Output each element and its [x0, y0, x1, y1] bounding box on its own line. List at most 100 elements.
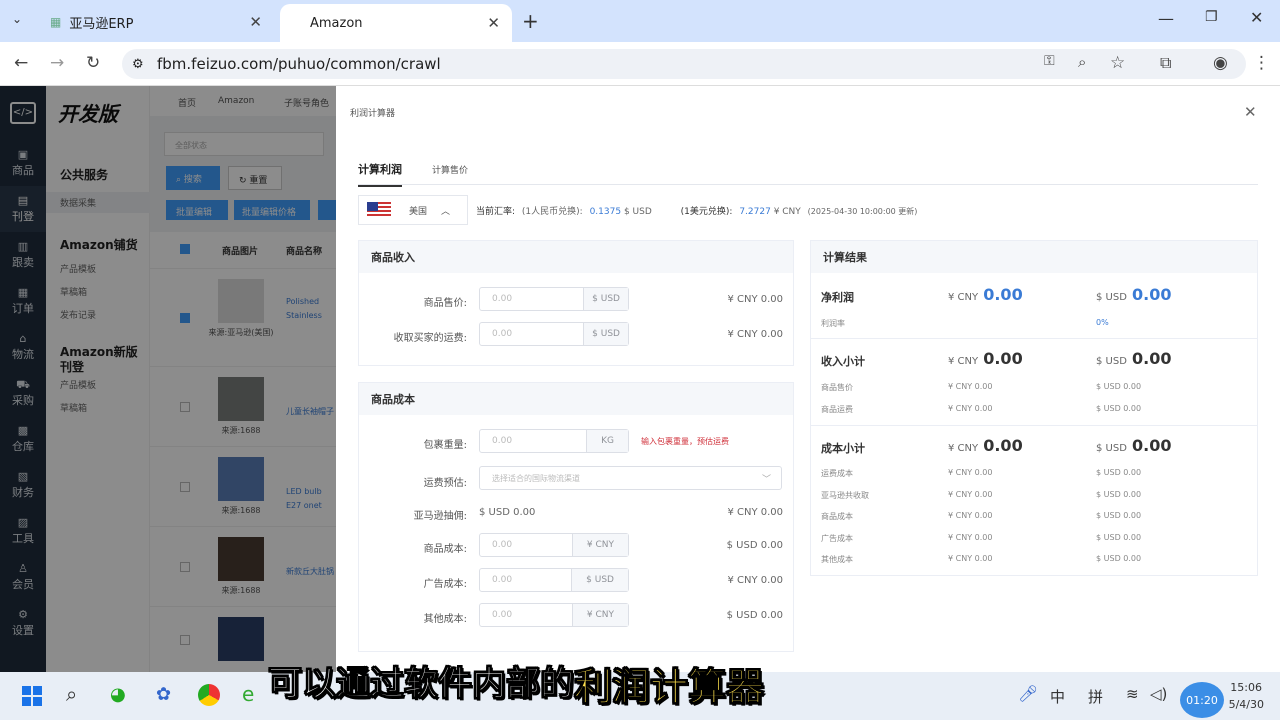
tab-search-icon[interactable]: ⌄	[12, 12, 22, 26]
forward-icon[interactable]: →	[50, 53, 64, 73]
close-window-icon[interactable]: ✕	[1250, 8, 1263, 27]
input-placeholder: 0.00	[492, 294, 513, 304]
income-subtotal-label: 收入小计	[821, 355, 865, 368]
result-item-usd: $ USD 0.00	[1096, 489, 1142, 499]
cloud-app-icon[interactable]: ✿	[156, 684, 171, 705]
cost-section: 商品成本 包裹重量: 0.00 KG 输入包裹重量，预估运费 运费预估: 选择适…	[358, 382, 794, 652]
rate-time: (2025-04-30 10:00:00 更新)	[807, 207, 918, 216]
margin-label: 利润率	[821, 319, 845, 328]
result-item-label: 运费成本	[821, 469, 853, 478]
tab-erp[interactable]: ▦ 亚马逊ERP ✕	[44, 6, 274, 38]
tab-amazon[interactable]: Amazon ✕	[280, 4, 512, 42]
extensions-icon[interactable]: ⧉	[1160, 53, 1171, 73]
amazon-fee-converted: ¥ CNY 0.00	[727, 507, 783, 518]
input-placeholder: 0.00	[492, 329, 513, 339]
input-placeholder: 0.00	[492, 575, 513, 585]
cost-row-converted: ¥ CNY 0.00	[727, 575, 783, 586]
net-cny-value: 0.00	[983, 285, 1023, 304]
ime-pinyin[interactable]: 拼	[1088, 686, 1103, 707]
clock-time[interactable]: 15:06	[1230, 681, 1262, 694]
key-icon[interactable]: ⚿	[1044, 53, 1055, 69]
income-row-input[interactable]: 0.00 $ USD	[479, 287, 629, 311]
input-unit: ¥ CNY	[571, 534, 628, 556]
site-info-icon[interactable]: ⚙	[132, 57, 144, 72]
cost-row-converted: $ USD 0.00	[726, 610, 783, 621]
weight-input[interactable]: 0.00 KG	[479, 429, 629, 453]
cost-subtotal-label: 成本小计	[821, 442, 865, 455]
result-item-cny: ¥ CNY 0.00	[948, 403, 993, 413]
minimize-icon[interactable]: —	[1158, 9, 1174, 28]
clock-date[interactable]: 5/4/30	[1224, 698, 1264, 711]
income-row-input[interactable]: 0.00 $ USD	[479, 322, 629, 346]
income-row-label: 收取买家的运费:	[393, 333, 467, 344]
zoom-icon[interactable]: ⌕	[1078, 53, 1086, 71]
tab-divider	[358, 184, 1258, 185]
tab-bar: ⌄ ▦ 亚马逊ERP ✕ Amazon ✕ + — ❐ ✕	[0, 0, 1280, 42]
income-usd-value: 0.00	[1132, 349, 1172, 368]
result-item-usd: $ USD 0.00	[1096, 382, 1142, 391]
result-title: 计算结果	[811, 241, 1257, 273]
reload-icon[interactable]: ↻	[86, 53, 100, 73]
input-unit: $ USD	[583, 323, 628, 345]
browser-e-icon[interactable]: e	[242, 682, 254, 706]
restore-icon[interactable]: ❐	[1205, 9, 1218, 25]
result-item-label: 亚马逊共收取	[821, 490, 869, 500]
rate-label: 当前汇率:	[476, 207, 516, 217]
result-item-label: 其他成本	[821, 555, 853, 565]
input-unit: $ USD	[571, 569, 628, 591]
cost-row-input[interactable]: 0.00 ¥ CNY	[479, 603, 629, 627]
rate-cny-unit: $ USD	[623, 207, 652, 217]
chevron-up-icon: ︿	[441, 206, 451, 217]
country-select[interactable]: 美国 ︿	[358, 195, 468, 225]
shipping-select[interactable]: 选择适合的国际物流渠道 ﹀	[479, 466, 782, 490]
cost-usd-value: 0.00	[1132, 436, 1172, 455]
microphone-icon[interactable]: 🎤︎	[1018, 684, 1038, 703]
country-label: 美国	[409, 206, 428, 217]
result-item-usd: $ USD 0.00	[1096, 554, 1142, 564]
back-icon[interactable]: ←	[14, 53, 28, 73]
result-section: 计算结果 净利润 ¥ CNY 0.00 $ USD 0.00 利润率 0% 收入…	[810, 240, 1258, 576]
search-icon[interactable]: ⌕	[66, 682, 77, 706]
profile-icon[interactable]: ◉	[1213, 53, 1228, 73]
windows-start-icon[interactable]	[22, 686, 42, 706]
close-tab-icon[interactable]: ✕	[249, 13, 262, 31]
modal-overlay[interactable]	[0, 86, 336, 672]
income-section: 商品收入 商品售价: 0.00 $ USD ¥ CNY 0.00 收取买家的运费: 0.0…	[358, 240, 794, 366]
caption-prefix: 可以通过软件内部的	[268, 664, 575, 705]
cost-row-label: 商品成本:	[423, 544, 467, 555]
cost-cny-unit: ¥ CNY	[948, 443, 979, 454]
tab-label: Amazon	[310, 15, 363, 31]
volume-icon[interactable]: ◁)	[1150, 685, 1167, 703]
result-item-cny: ¥ CNY 0.00	[948, 554, 993, 564]
income-cny-value: 0.00	[983, 349, 1023, 368]
bookmark-star-icon[interactable]: ☆	[1110, 53, 1125, 73]
new-tab-icon[interactable]: +	[522, 9, 539, 33]
wifi-icon[interactable]: ≋	[1126, 685, 1139, 703]
cost-cny-value: 0.00	[983, 436, 1023, 455]
tab-calc-price[interactable]: 计算售价	[432, 163, 468, 176]
input-placeholder: 0.00	[492, 610, 513, 620]
weight-hint: 输入包裹重量，预估运费	[641, 437, 729, 446]
margin-value: 0%	[1096, 318, 1109, 327]
wechat-icon[interactable]: ◕	[110, 684, 126, 705]
cost-title: 商品成本	[359, 383, 793, 415]
net-usd-value: 0.00	[1132, 285, 1172, 304]
ime-chinese[interactable]: 中	[1050, 686, 1065, 707]
favicon-icon: ▦	[50, 15, 62, 29]
us-flag-icon	[367, 202, 391, 218]
income-usd-unit: $ USD	[1096, 356, 1127, 367]
input-placeholder: 0.00	[492, 540, 513, 550]
close-drawer-icon[interactable]: ✕	[1244, 103, 1257, 121]
cost-row-input[interactable]: 0.00 ¥ CNY	[479, 533, 629, 557]
cost-row-input[interactable]: 0.00 $ USD	[479, 568, 629, 592]
cost-row-converted: $ USD 0.00	[726, 540, 783, 551]
close-tab-icon[interactable]: ✕	[487, 14, 500, 32]
exchange-rate: 当前汇率: (1人民币兑换): 0.1375 $ USD (1美元兑换): 7.…	[476, 204, 917, 217]
rate-usd-unit: ¥ CNY	[773, 207, 801, 217]
result-item-cny: ¥ CNY 0.00	[948, 511, 993, 521]
weight-unit: KG	[586, 430, 628, 452]
menu-icon[interactable]: ⋮	[1253, 53, 1270, 73]
result-item-cny: ¥ CNY 0.00	[948, 382, 993, 391]
chrome-icon[interactable]	[198, 684, 220, 706]
income-cny-unit: ¥ CNY	[948, 356, 979, 367]
